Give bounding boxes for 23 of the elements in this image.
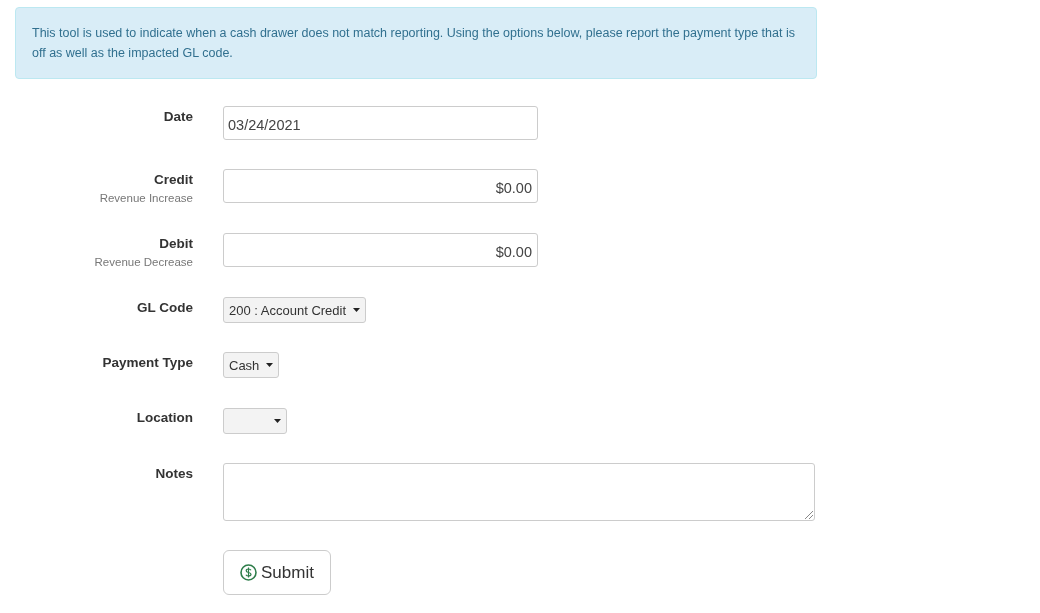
amount-field[interactable]: $0.00	[223, 233, 538, 267]
submit-button[interactable]: Submit	[223, 550, 331, 595]
caret-icon	[266, 363, 274, 367]
field-label: Payment Type	[102, 355, 193, 370]
field-label: GL Code	[137, 300, 193, 315]
field-label: Location	[136, 410, 193, 425]
field-label: Date	[163, 109, 193, 124]
resize-handle-icon[interactable]	[804, 510, 813, 519]
field-label: Notes	[155, 466, 193, 481]
info-alert: This tool is used to indicate when a cash drawer does not match reporting. Using the options below, please report the payment type that is off as well as the impacted GL code.	[15, 7, 817, 79]
field-label: Credit	[154, 172, 193, 187]
field-hint: Revenue Decrease	[94, 256, 193, 268]
date-field[interactable]: 03/24/2021	[223, 106, 538, 140]
field-label: Debit	[159, 236, 193, 251]
select-field[interactable]: Cash	[223, 352, 280, 378]
select-field[interactable]	[223, 408, 287, 434]
caret-icon	[274, 419, 281, 423]
select-field[interactable]: 200 : Account Credit	[223, 297, 367, 323]
notes-field[interactable]	[223, 463, 815, 521]
dollar-coin-icon	[240, 564, 257, 581]
field-hint: Revenue Increase	[99, 192, 193, 204]
caret-icon	[353, 308, 361, 312]
amount-field[interactable]: $0.00	[223, 169, 538, 203]
